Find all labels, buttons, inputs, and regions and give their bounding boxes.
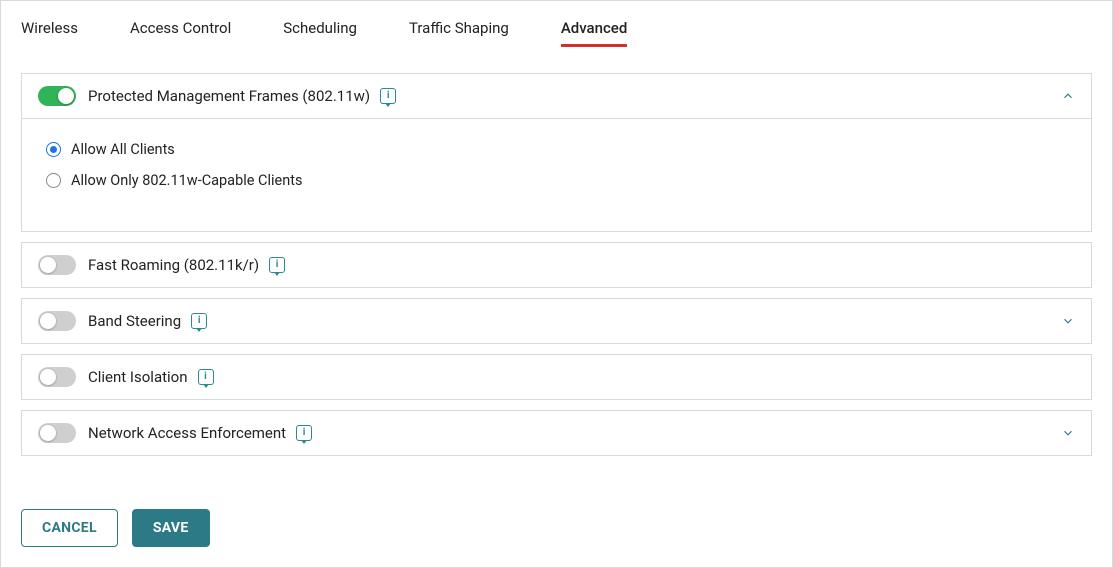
action-buttons: CANCEL SAVE <box>21 509 210 547</box>
info-glyph: i <box>276 260 279 270</box>
info-glyph: i <box>387 91 390 101</box>
panel-client-isolation-header: Client Isolation i <box>22 355 1091 399</box>
info-icon[interactable]: i <box>269 257 285 273</box>
radio-icon <box>46 142 61 157</box>
radio-allow-80211w-only-label: Allow Only 802.11w-Capable Clients <box>71 172 302 189</box>
panel-band-steering-header: Band Steering i <box>22 299 1091 343</box>
panel-band-steering: Band Steering i <box>21 298 1092 344</box>
panel-pmf: Protected Management Frames (802.11w) i … <box>21 73 1092 232</box>
info-glyph: i <box>303 428 306 438</box>
info-glyph: i <box>204 372 207 382</box>
info-glyph: i <box>198 316 201 326</box>
panel-pmf-header: Protected Management Frames (802.11w) i <box>22 74 1091 118</box>
chevron-up-icon[interactable] <box>1061 89 1075 103</box>
panel-pmf-label: Protected Management Frames (802.11w) <box>88 87 370 105</box>
tab-access-control[interactable]: Access Control <box>130 19 231 43</box>
panel-fast-roaming: Fast Roaming (802.11k/r) i <box>21 242 1092 288</box>
panel-nae-label: Network Access Enforcement <box>88 424 286 442</box>
panel-fast-roaming-header: Fast Roaming (802.11k/r) i <box>22 243 1091 287</box>
toggle-nae[interactable] <box>38 423 76 443</box>
advanced-settings-page: Wireless Access Control Scheduling Traff… <box>0 0 1113 568</box>
info-icon[interactable]: i <box>198 369 214 385</box>
panel-client-isolation: Client Isolation i <box>21 354 1092 400</box>
tab-advanced[interactable]: Advanced <box>561 19 627 43</box>
info-icon[interactable]: i <box>296 425 312 441</box>
info-icon[interactable]: i <box>191 313 207 329</box>
toggle-client-isolation[interactable] <box>38 367 76 387</box>
panel-pmf-body: Allow All Clients Allow Only 802.11w-Cap… <box>22 118 1091 231</box>
tabs: Wireless Access Control Scheduling Traff… <box>21 1 1092 55</box>
tab-scheduling[interactable]: Scheduling <box>283 19 357 43</box>
chevron-down-icon[interactable] <box>1061 426 1075 440</box>
panel-band-steering-label: Band Steering <box>88 312 181 330</box>
radio-allow-all[interactable]: Allow All Clients <box>46 141 1067 158</box>
radio-allow-80211w-only[interactable]: Allow Only 802.11w-Capable Clients <box>46 172 1067 189</box>
save-button[interactable]: SAVE <box>132 509 210 547</box>
info-icon[interactable]: i <box>380 88 396 104</box>
panel-nae-header: Network Access Enforcement i <box>22 411 1091 455</box>
toggle-pmf[interactable] <box>38 86 76 106</box>
chevron-down-icon[interactable] <box>1061 314 1075 328</box>
radio-icon <box>46 173 61 188</box>
tab-wireless[interactable]: Wireless <box>21 19 78 43</box>
toggle-band-steering[interactable] <box>38 311 76 331</box>
settings-panels: Protected Management Frames (802.11w) i … <box>21 73 1092 456</box>
toggle-fast-roaming[interactable] <box>38 255 76 275</box>
radio-allow-all-label: Allow All Clients <box>71 141 175 158</box>
panel-fast-roaming-label: Fast Roaming (802.11k/r) <box>88 256 259 274</box>
panel-client-isolation-label: Client Isolation <box>88 368 188 386</box>
tab-traffic-shaping[interactable]: Traffic Shaping <box>409 19 509 43</box>
panel-nae: Network Access Enforcement i <box>21 410 1092 456</box>
cancel-button[interactable]: CANCEL <box>21 509 118 547</box>
